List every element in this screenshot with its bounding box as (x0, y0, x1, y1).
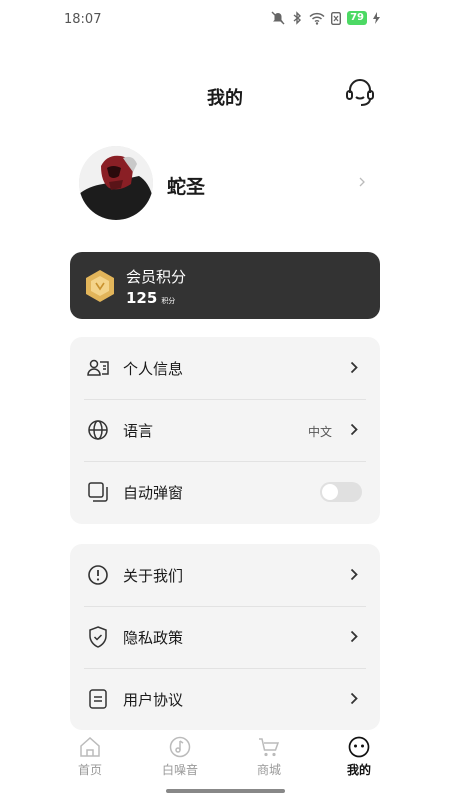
battery-level: 79 (347, 11, 367, 25)
wifi-icon (309, 12, 325, 25)
points-label: 会员积分 (126, 268, 187, 286)
status-bar: 18:07 79 (0, 0, 450, 40)
mute-bell-icon (271, 11, 285, 25)
points-unit: 积分 (161, 297, 176, 305)
shield-icon (89, 626, 107, 648)
info-icon (88, 565, 108, 585)
profile-row[interactable]: 蛇圣 (0, 146, 450, 226)
menu-item-personal-info[interactable]: 个人信息 (70, 337, 380, 399)
menu-label: 关于我们 (123, 567, 184, 585)
chevron-right-icon (350, 568, 358, 581)
tab-label: 我的 (346, 763, 371, 777)
globe-icon (88, 420, 108, 440)
points-value: 125 积分 (126, 289, 175, 307)
person-card-icon (87, 359, 109, 376)
page-title: 我的 (207, 88, 243, 109)
tab-label: 白噪音 (161, 763, 198, 777)
chevron-right-icon (350, 423, 358, 436)
menu-item-privacy-policy[interactable]: 隐私政策 (70, 606, 380, 668)
sim-icon (331, 11, 342, 25)
menu-label: 自动弹窗 (123, 484, 184, 502)
tab-mine[interactable]: 我的 (324, 736, 394, 778)
chevron-right-icon (359, 177, 365, 187)
bluetooth-icon (293, 11, 302, 25)
menu-label: 用户协议 (123, 691, 184, 709)
about-group: 关于我们 隐私政策 用户协议 (70, 544, 380, 730)
language-value: 中文 (307, 425, 332, 439)
menu-label: 个人信息 (123, 360, 184, 378)
avatar[interactable] (79, 146, 153, 220)
tab-label: 商城 (256, 763, 281, 777)
menu-label: 隐私政策 (123, 629, 184, 647)
headset-icon (346, 79, 374, 106)
auto-popup-toggle[interactable] (320, 482, 362, 502)
home-icon (80, 736, 100, 757)
face-icon (348, 736, 370, 758)
tab-label: 首页 (77, 763, 102, 777)
menu-item-user-agreement[interactable]: 用户协议 (70, 668, 380, 730)
popup-icon (88, 482, 108, 502)
tab-home[interactable]: 首页 (55, 736, 125, 778)
avatar-image (79, 146, 153, 220)
chevron-right-icon (350, 630, 358, 643)
menu-item-auto-popup: 自动弹窗 (70, 461, 380, 523)
charging-icon (373, 12, 380, 24)
cart-icon (259, 738, 280, 757)
toggle-knob (322, 484, 338, 500)
tab-store[interactable]: 商城 (234, 736, 304, 778)
status-icons: 79 (271, 11, 380, 25)
status-time: 18:07 (64, 12, 102, 27)
document-icon (89, 689, 107, 709)
settings-group: 个人信息 语言 中文 自动弹窗 (70, 337, 380, 524)
username: 蛇圣 (167, 176, 206, 198)
customer-service-button[interactable] (344, 76, 376, 110)
menu-item-language[interactable]: 语言 中文 (70, 399, 380, 461)
music-icon (169, 736, 191, 758)
chevron-right-icon (350, 361, 358, 374)
header: 我的 (0, 76, 450, 116)
menu-label: 语言 (123, 422, 154, 440)
menu-item-about-us[interactable]: 关于我们 (70, 544, 380, 606)
points-number: 125 (126, 289, 158, 307)
home-indicator[interactable] (166, 789, 285, 793)
member-points-card[interactable]: 会员积分 125 积分 (70, 252, 380, 319)
hexagon-badge-icon (86, 270, 114, 302)
tab-white-noise[interactable]: 白噪音 (145, 736, 215, 778)
chevron-right-icon (350, 692, 358, 705)
